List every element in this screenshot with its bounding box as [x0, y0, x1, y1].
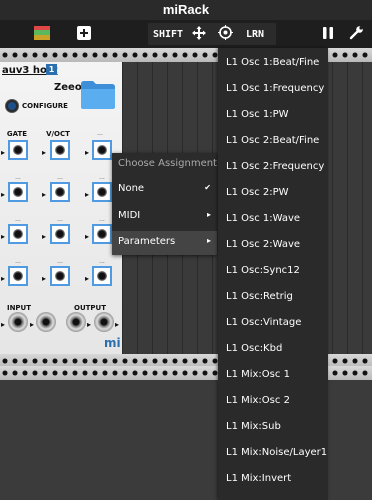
- context-menu-header: Choose Assignment: [118, 158, 217, 169]
- cv-jack[interactable]: [8, 266, 28, 286]
- context-menu: Choose Assignment None ✔ MIDI ▸ Paramete…: [112, 153, 217, 255]
- module-index-badge: 1: [46, 64, 57, 75]
- input-arrow-icon: ▸: [42, 274, 47, 283]
- parameter-item[interactable]: L1 Osc:Kbd: [226, 343, 282, 354]
- gate-jack[interactable]: [8, 140, 28, 160]
- settings-button[interactable]: [346, 20, 366, 48]
- cv-jack[interactable]: [8, 182, 28, 202]
- folder-icon[interactable]: [80, 78, 116, 114]
- parameter-item[interactable]: L1 Osc 2:PW: [226, 187, 289, 198]
- output-arrow-icon: ▸: [115, 320, 120, 329]
- cv-jack[interactable]: [92, 140, 112, 160]
- cv-jack[interactable]: [92, 182, 112, 202]
- input-arrow-icon: ▸: [42, 190, 47, 199]
- input-arrow-icon: ▸: [42, 148, 47, 157]
- menu-item-none[interactable]: None ✔: [112, 178, 217, 202]
- parameter-item[interactable]: L1 Osc 1:PW: [226, 109, 289, 120]
- parameter-item[interactable]: L1 Osc 2:Beat/Fine: [226, 135, 319, 146]
- audio-output-right-jack[interactable]: [94, 312, 114, 332]
- checkmark-icon: ✔: [204, 183, 211, 192]
- parameter-item[interactable]: L1 Mix:Invert: [226, 473, 291, 484]
- wrench-icon: [349, 25, 364, 44]
- cv-jack[interactable]: [92, 224, 112, 244]
- voct-jack[interactable]: [50, 140, 70, 160]
- input-arrow-icon: ▸: [85, 190, 90, 199]
- menu-item-midi[interactable]: MIDI ▸: [112, 205, 217, 229]
- parameter-item[interactable]: L1 Osc 2:Frequency: [226, 161, 324, 172]
- voct-label: V/OCT: [46, 130, 70, 138]
- parameter-item[interactable]: L1 Osc:Sync12: [226, 265, 300, 276]
- parameter-item[interactable]: L1 Mix:Osc 1: [226, 369, 290, 380]
- input-label: INPUT: [6, 304, 32, 312]
- menu-item-label: None: [118, 183, 145, 194]
- configure-button[interactable]: [6, 100, 18, 112]
- learn-button[interactable]: LRN: [240, 20, 270, 48]
- menu-item-label: MIDI: [118, 210, 141, 221]
- pause-button[interactable]: [318, 20, 338, 48]
- parameter-item[interactable]: L1 Mix:Noise/Layer1: [226, 447, 327, 458]
- menu-item-label: Parameters: [118, 236, 176, 247]
- input-arrow-icon: ▸: [85, 232, 90, 241]
- chevron-right-icon: ▸: [206, 236, 211, 245]
- add-module-button[interactable]: [72, 20, 96, 48]
- plus-icon: [77, 25, 91, 44]
- cv-jack[interactable]: [92, 266, 112, 286]
- target-button[interactable]: [216, 20, 234, 48]
- input-arrow-icon: ▸: [85, 148, 90, 157]
- output-label: OUTPUT: [74, 304, 106, 312]
- move-button[interactable]: [190, 20, 208, 48]
- parameter-item[interactable]: L1 Osc 1:Wave: [226, 213, 300, 224]
- parameter-item[interactable]: L1 Mix:Sub: [226, 421, 281, 432]
- target-icon: [217, 24, 233, 44]
- cv-jack[interactable]: [50, 182, 70, 202]
- input-arrow-icon: ▸: [1, 232, 6, 241]
- output-arrow-icon: ▸: [87, 320, 92, 329]
- chevron-right-icon: ▸: [206, 210, 211, 219]
- parameter-item[interactable]: L1 Osc:Vintage: [226, 317, 301, 328]
- library-button[interactable]: [30, 20, 54, 48]
- parameter-item[interactable]: L1 Osc:Retrig: [226, 291, 293, 302]
- app-title: miRack: [0, 0, 372, 20]
- input-arrow-icon: ▸: [1, 320, 6, 329]
- parameter-item[interactable]: L1 Osc 1:Beat/Fine: [226, 57, 319, 68]
- audio-output-left-jack[interactable]: [66, 312, 86, 332]
- parameter-item[interactable]: L1 Mix:Osc 2: [226, 395, 290, 406]
- input-arrow-icon: ▸: [85, 274, 90, 283]
- configure-label: CONFIGURE: [22, 102, 68, 110]
- jack-label: ---: [97, 132, 103, 138]
- input-arrow-icon: ▸: [1, 274, 6, 283]
- parameter-item[interactable]: L1 Osc 2:Wave: [226, 239, 300, 250]
- audio-input-left-jack[interactable]: [8, 312, 28, 332]
- gate-label: GATE: [6, 130, 28, 138]
- pause-icon: [322, 25, 334, 44]
- toolbar: SHIFT LRN: [0, 20, 372, 48]
- audio-input-right-jack[interactable]: [36, 312, 56, 332]
- shift-button[interactable]: SHIFT: [150, 20, 186, 48]
- mi-logo: mi: [104, 336, 121, 350]
- cv-jack[interactable]: [8, 224, 28, 244]
- menu-item-parameters[interactable]: Parameters ▸: [112, 231, 217, 255]
- input-arrow-icon: ▸: [30, 320, 35, 329]
- cv-jack[interactable]: [50, 224, 70, 244]
- parameter-item[interactable]: L1 Osc 1:Frequency: [226, 83, 324, 94]
- input-arrow-icon: ▸: [1, 190, 6, 199]
- parameters-submenu: L1 Osc 1:Beat/Fine L1 Osc 1:Frequency L1…: [218, 48, 328, 500]
- move-icon: [192, 25, 206, 44]
- auv3-host-module[interactable]: auv3 host 1 Zeeon CONFIGURE GATE V/OCT -…: [0, 62, 122, 354]
- input-arrow-icon: ▸: [42, 232, 47, 241]
- input-arrow-icon: ▸: [1, 148, 6, 157]
- library-icon: [34, 25, 50, 44]
- cv-jack[interactable]: [50, 266, 70, 286]
